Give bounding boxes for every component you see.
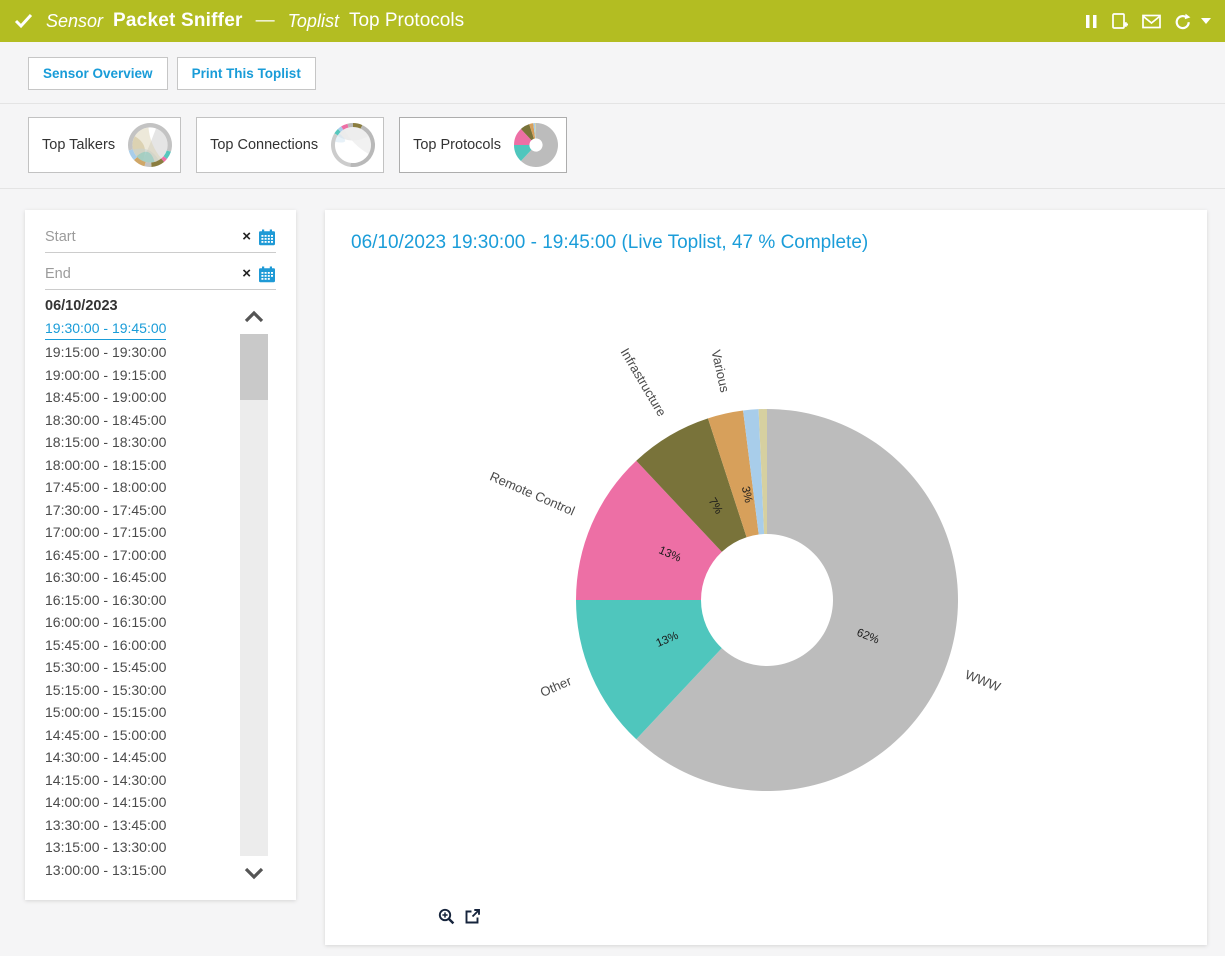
toplist-label: Toplist (288, 11, 339, 32)
pause-icon[interactable] (1085, 14, 1098, 29)
clear-end-icon[interactable]: × (242, 266, 251, 281)
scroll-up-button[interactable] (240, 300, 268, 334)
status-ok-check-icon (14, 13, 34, 29)
clear-start-icon[interactable]: × (242, 229, 251, 244)
toolbar: Sensor Overview Print This Toplist (28, 57, 316, 90)
time-range-item[interactable]: 19:30:00 - 19:45:00 (45, 318, 166, 340)
time-range-item[interactable]: 13:00:00 - 13:15:00 (45, 859, 235, 882)
time-range-item[interactable]: 17:30:00 - 17:45:00 (45, 499, 235, 522)
slice-name-label: Remote Control (488, 469, 578, 519)
time-range-item[interactable]: 15:00:00 - 15:15:00 (45, 701, 235, 724)
chart-actions (438, 908, 481, 925)
start-date-input[interactable] (45, 229, 242, 245)
thumbnail-segment (348, 123, 353, 128)
sensor-overview-button[interactable]: Sensor Overview (28, 57, 168, 90)
start-date-row: × (45, 222, 276, 253)
time-range-item[interactable]: 16:30:00 - 16:45:00 (45, 566, 235, 589)
time-range-item[interactable]: 15:45:00 - 16:00:00 (45, 634, 235, 657)
scroll-down-button[interactable] (240, 856, 268, 890)
refresh-icon[interactable] (1174, 13, 1192, 30)
time-range-item[interactable]: 18:00:00 - 18:15:00 (45, 454, 235, 477)
time-range-item[interactable]: 19:00:00 - 19:15:00 (45, 364, 235, 387)
sensor-name: Packet Sniffer (113, 10, 243, 32)
time-range-item[interactable]: 13:15:00 - 13:30:00 (45, 836, 235, 859)
divider-cards (0, 188, 1225, 189)
toplist-card-top-connections[interactable]: Top Connections (196, 117, 384, 173)
end-calendar-icon[interactable] (258, 266, 276, 283)
top-talkers-thumbnail-chart (127, 122, 173, 168)
time-range-item[interactable]: 16:45:00 - 17:00:00 (45, 544, 235, 567)
slice-name-label: Other (538, 673, 574, 700)
time-range-item[interactable]: 16:15:00 - 16:30:00 (45, 589, 235, 612)
time-range-item[interactable]: 18:45:00 - 19:00:00 (45, 386, 235, 409)
toplist-card-top-talkers[interactable]: Top Talkers (28, 117, 181, 173)
time-range-item[interactable]: 15:30:00 - 15:45:00 (45, 656, 235, 679)
toplist-card-label: Top Connections (210, 137, 318, 153)
slice-name-label: WWW (963, 667, 1003, 695)
toplist-card-label: Top Talkers (42, 137, 115, 153)
toplist-chart-panel: 06/10/2023 19:30:00 - 19:45:00 (Live Top… (325, 210, 1207, 945)
time-list: 19:30:00 - 19:45:0019:15:00 - 19:30:0019… (45, 318, 235, 881)
start-calendar-icon[interactable] (258, 229, 276, 246)
scrollbar-track[interactable] (240, 334, 268, 856)
time-range-item[interactable]: 13:30:00 - 13:45:00 (45, 814, 235, 837)
toplist-name: Top Protocols (349, 10, 464, 32)
toplist-period-panel: × × (25, 210, 296, 900)
end-date-input[interactable] (45, 266, 242, 282)
time-range-item[interactable]: 17:00:00 - 17:15:00 (45, 521, 235, 544)
add-report-icon[interactable] (1111, 13, 1129, 30)
time-range-item[interactable]: 18:30:00 - 18:45:00 (45, 409, 235, 432)
toplist-card-label: Top Protocols (413, 137, 501, 153)
email-icon[interactable] (1142, 14, 1161, 29)
scrollbar-thumb[interactable] (240, 334, 268, 400)
sensor-label: Sensor (46, 11, 103, 32)
slice-name-label: Infrastructure (618, 345, 670, 419)
toplist-interval-title: 06/10/2023 19:30:00 - 19:45:00 (Live Top… (351, 232, 868, 254)
toplist-card-top-protocols[interactable]: Top Protocols (399, 117, 567, 173)
top-protocols-thumbnail-chart (513, 122, 559, 168)
time-range-item[interactable]: 18:15:00 - 18:30:00 (45, 431, 235, 454)
caret-down-icon[interactable] (1205, 18, 1211, 24)
date-header: 06/10/2023 (45, 298, 235, 314)
slice-name-label: Various (708, 348, 732, 394)
divider-top (0, 103, 1225, 104)
print-toplist-button[interactable]: Print This Toplist (177, 57, 316, 90)
time-list-scrollbar (240, 300, 268, 890)
zoom-in-icon[interactable] (438, 908, 455, 925)
time-range-item[interactable]: 15:15:00 - 15:30:00 (45, 679, 235, 702)
protocol-donut-chart: 62%WWW13%Other13%Remote Control7%Infrast… (335, 265, 1197, 885)
thumbnail-segment (145, 162, 152, 167)
time-range-item[interactable]: 14:30:00 - 14:45:00 (45, 746, 235, 769)
top-connections-thumbnail-chart (330, 122, 376, 168)
sensor-status-bar: Sensor Packet Sniffer — Toplist Top Prot… (0, 0, 1225, 42)
end-date-row: × (45, 259, 276, 290)
toplist-cards: Top Talkers Top Connections Top Protocol… (28, 117, 567, 173)
title-separator: — (256, 10, 275, 32)
open-external-icon[interactable] (464, 908, 481, 925)
time-range-item[interactable]: 17:45:00 - 18:00:00 (45, 476, 235, 499)
time-range-item[interactable]: 19:15:00 - 19:30:00 (45, 341, 235, 364)
time-range-item[interactable]: 14:45:00 - 15:00:00 (45, 724, 235, 747)
time-range-item[interactable]: 16:00:00 - 16:15:00 (45, 611, 235, 634)
time-range-item[interactable]: 14:00:00 - 14:15:00 (45, 791, 235, 814)
time-range-item[interactable]: 14:15:00 - 14:30:00 (45, 769, 235, 792)
